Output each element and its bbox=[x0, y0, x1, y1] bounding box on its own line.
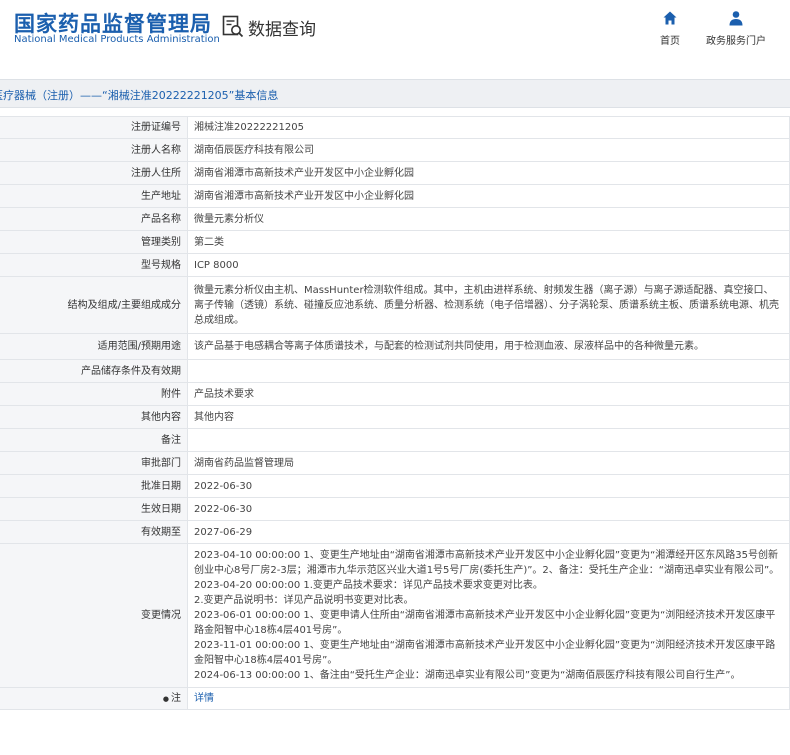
field-label: 变更情况 bbox=[0, 543, 188, 688]
field-label: 型号规格 bbox=[0, 253, 188, 277]
breadcrumb-text: 医疗器械（注册）——“湘械注准20222221205”基本信息 bbox=[0, 89, 279, 102]
field-label: 产品储存条件及有效期 bbox=[0, 359, 188, 383]
field-value bbox=[187, 359, 790, 383]
change-history-list: 2023-04-10 00:00:00 1、变更生产地址由“湖南省湘潭市高新技术… bbox=[187, 543, 790, 688]
field-value: 2022-06-30 bbox=[187, 497, 790, 521]
field-value: 第二类 bbox=[187, 230, 790, 254]
row-registrant-address: 注册人住所 湖南省湘潭市高新技术产业开发区中小企业孵化园 bbox=[0, 161, 790, 185]
change-entry: 2023-04-20 00:00:00 1.变更产品技术要求：详见产品技术要求变… bbox=[194, 580, 543, 591]
data-query-title: 数据查询 bbox=[222, 13, 316, 41]
breadcrumb: 医疗器械（注册）——“湘械注准20222221205”基本信息 bbox=[0, 79, 790, 108]
row-intended-use: 适用范围/预期用途 该产品基于电感耦合等离子体质谱技术，与配套的检测试剂共同使用，… bbox=[0, 333, 790, 360]
row-remarks: 备注 bbox=[0, 428, 790, 452]
change-entry: 2023-06-01 00:00:00 1、变更申请人住所由“湖南省湘潭市高新技… bbox=[194, 610, 776, 636]
field-label: ● 注 bbox=[0, 687, 188, 710]
field-label: 有效期至 bbox=[0, 520, 188, 544]
field-value: 微量元素分析仪由主机、MassHunter检测软件组成。其中，主机由进样系统、射… bbox=[187, 276, 790, 334]
row-reg-number: 注册证编号 湘械注准20222221205 bbox=[0, 116, 790, 139]
bullet-icon: ● bbox=[162, 694, 169, 703]
row-production-address: 生产地址 湖南省湘潭市高新技术产业开发区中小企业孵化园 bbox=[0, 184, 790, 208]
row-storage-conditions: 产品储存条件及有效期 bbox=[0, 359, 790, 383]
field-value: 湖南省药品监督管理局 bbox=[187, 451, 790, 475]
field-value: 微量元素分析仪 bbox=[187, 207, 790, 231]
row-product-name: 产品名称 微量元素分析仪 bbox=[0, 207, 790, 231]
row-note: ● 注详情 bbox=[0, 687, 790, 710]
row-registrant-name: 注册人名称 湖南佰辰医疗科技有限公司 bbox=[0, 138, 790, 162]
change-entry: 2023-04-10 00:00:00 1、变更生产地址由“湖南省湘潭市高新技术… bbox=[194, 550, 780, 576]
nav-home-label: 首页 bbox=[660, 36, 680, 47]
field-value: 其他内容 bbox=[187, 405, 790, 429]
change-entry: 2.变更产品说明书：详见产品说明书变更对比表。 bbox=[194, 595, 414, 606]
field-label: 审批部门 bbox=[0, 451, 188, 475]
field-label: 注册人名称 bbox=[0, 138, 188, 162]
row-other-content: 其他内容 其他内容 bbox=[0, 405, 790, 429]
nav-service-portal[interactable]: 政务服务门户 bbox=[704, 10, 768, 48]
row-approval-department: 审批部门 湖南省药品监督管理局 bbox=[0, 451, 790, 475]
field-label: 管理类别 bbox=[0, 230, 188, 254]
details-link[interactable]: 详情 bbox=[194, 693, 214, 704]
field-value: 该产品基于电感耦合等离子体质谱技术，与配套的检测试剂共同使用，用于检测血液、尿液… bbox=[187, 333, 790, 360]
field-value: 湖南省湘潭市高新技术产业开发区中小企业孵化园 bbox=[187, 184, 790, 208]
row-structure-composition: 结构及组成/主要组成成分 微量元素分析仪由主机、MassHunter检测软件组成。… bbox=[0, 276, 790, 334]
field-label: 其他内容 bbox=[0, 405, 188, 429]
field-label: 批准日期 bbox=[0, 474, 188, 498]
field-label: 备注 bbox=[0, 428, 188, 452]
row-effective-date: 生效日期 2022-06-30 bbox=[0, 497, 790, 521]
change-entry: 2023-11-01 00:00:00 1、变更生产地址由“湖南省湘潭市高新技术… bbox=[194, 640, 776, 666]
row-change-history: 变更情况 2023-04-10 00:00:00 1、变更生产地址由“湖南省湘潭市… bbox=[0, 543, 790, 688]
field-label: 适用范围/预期用途 bbox=[0, 333, 188, 360]
field-value: ICP 8000 bbox=[187, 253, 790, 277]
field-label: 注册人住所 bbox=[0, 161, 188, 185]
nav-home[interactable]: 首页 bbox=[638, 10, 702, 48]
field-label: 注册证编号 bbox=[0, 116, 188, 139]
site-logo-subtitle: National Medical Products Administration bbox=[14, 34, 220, 45]
field-label: 生效日期 bbox=[0, 497, 188, 521]
field-label: 产品名称 bbox=[0, 207, 188, 231]
row-model-spec: 型号规格 ICP 8000 bbox=[0, 253, 790, 277]
nav-service-portal-label: 政务服务门户 bbox=[706, 36, 766, 47]
field-value: 湖南佰辰医疗科技有限公司 bbox=[187, 138, 790, 162]
field-value: 2022-06-30 bbox=[187, 474, 790, 498]
home-icon bbox=[663, 11, 677, 25]
site-header: 国家药品监督管理局 National Medical Products Admi… bbox=[0, 0, 790, 66]
field-value: 详情 bbox=[187, 687, 790, 710]
document-search-icon bbox=[222, 15, 244, 38]
field-value: 产品技术要求 bbox=[187, 382, 790, 406]
row-expiry-date: 有效期至 2027-06-29 bbox=[0, 520, 790, 544]
field-value bbox=[187, 428, 790, 452]
field-label: 生产地址 bbox=[0, 184, 188, 208]
field-value: 湖南省湘潭市高新技术产业开发区中小企业孵化园 bbox=[187, 161, 790, 185]
note-label: 注 bbox=[171, 692, 181, 704]
detail-table: 注册证编号 湘械注准20222221205 注册人名称 湖南佰辰医疗科技有限公司 注册人… bbox=[0, 116, 790, 710]
field-label: 结构及组成/主要组成成分 bbox=[0, 276, 188, 334]
field-value: 2027-06-29 bbox=[187, 520, 790, 544]
change-entry: 2024-06-13 00:00:00 1、备注由“受托生产企业：湖南迅卓实业有… bbox=[194, 670, 741, 681]
user-icon bbox=[729, 11, 743, 26]
field-label: 附件 bbox=[0, 382, 188, 406]
row-attachment: 附件 产品技术要求 bbox=[0, 382, 790, 406]
data-query-label: 数据查询 bbox=[248, 19, 316, 40]
row-management-class: 管理类别 第二类 bbox=[0, 230, 790, 254]
row-approval-date: 批准日期 2022-06-30 bbox=[0, 474, 790, 498]
field-value: 湘械注准20222221205 bbox=[187, 116, 790, 139]
